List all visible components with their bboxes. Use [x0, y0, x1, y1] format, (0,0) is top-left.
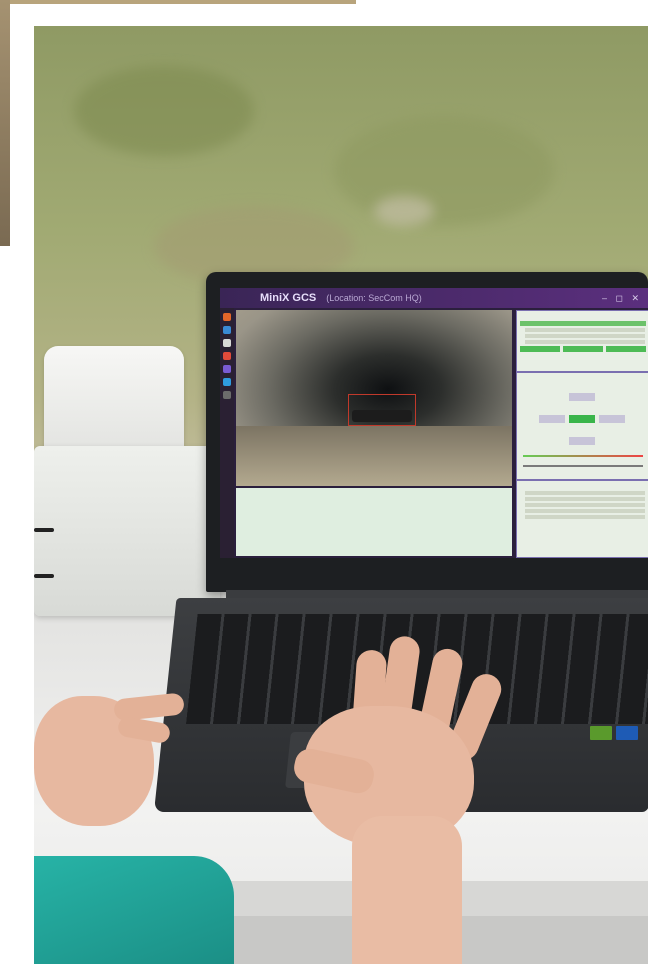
- detected-object: [352, 410, 412, 422]
- info-line: [525, 334, 645, 338]
- check-item[interactable]: [525, 515, 645, 519]
- check-item[interactable]: [525, 503, 645, 507]
- cpu-sticker: [616, 726, 638, 740]
- app-icon[interactable]: [223, 391, 231, 399]
- enclosure-body: [34, 446, 220, 616]
- checklist-panel: [516, 480, 648, 558]
- panel-title: [517, 373, 648, 381]
- tunnel-floor: [236, 426, 512, 486]
- terminal-icon[interactable]: [223, 339, 231, 347]
- grass-patch: [334, 116, 554, 226]
- status-bar: [520, 321, 646, 326]
- enclosure-cable: [34, 574, 54, 578]
- cropped-photo-edge-top: [10, 0, 356, 4]
- files-icon[interactable]: [223, 326, 231, 334]
- grass-patch: [74, 66, 254, 156]
- enclosure-lid: [44, 346, 184, 456]
- laptop-screen: MiniX GCS (Location: SecCom HQ) – ◻ ✕: [220, 288, 648, 558]
- check-item[interactable]: [525, 497, 645, 501]
- connection-panel: [516, 310, 648, 372]
- check-item[interactable]: [525, 509, 645, 513]
- left-button[interactable]: [539, 415, 565, 423]
- panel-title: [517, 311, 648, 319]
- os-dock: [220, 308, 234, 558]
- right-button[interactable]: [599, 415, 625, 423]
- app-title: MiniX GCS: [260, 292, 317, 304]
- back-button[interactable]: [569, 437, 595, 445]
- cropped-photo-edge-left: [0, 0, 10, 246]
- app-location: (Location: SecCom HQ): [326, 293, 422, 303]
- app-title-bar: MiniX GCS (Location: SecCom HQ) – ◻ ✕: [220, 288, 648, 308]
- panel-button[interactable]: [606, 346, 646, 352]
- outdoor-photo: MiniX GCS (Location: SecCom HQ) – ◻ ✕: [34, 26, 648, 964]
- panel-button[interactable]: [563, 346, 603, 352]
- info-line: [525, 340, 645, 344]
- info-line: [525, 328, 645, 332]
- white-enclosure-box: [34, 346, 220, 616]
- enclosure-cable: [34, 528, 54, 532]
- camera-feed: [236, 310, 512, 486]
- panel-button[interactable]: [520, 346, 560, 352]
- panel-title: [517, 481, 648, 489]
- status-area: [236, 488, 512, 556]
- left-hand: [34, 676, 204, 846]
- control-panel: [516, 372, 648, 480]
- app-icon[interactable]: [223, 352, 231, 360]
- panel-buttons: [520, 346, 646, 352]
- window-controls[interactable]: – ◻ ✕: [602, 293, 642, 304]
- firefox-icon[interactable]: [223, 313, 231, 321]
- speed-slider[interactable]: [523, 455, 643, 457]
- photo-frame: MiniX GCS (Location: SecCom HQ) – ◻ ✕: [0, 0, 648, 964]
- laptop-lid: MiniX GCS (Location: SecCom HQ) – ◻ ✕: [206, 272, 648, 592]
- right-hand: [264, 626, 514, 964]
- wrist: [352, 816, 462, 964]
- forward-button[interactable]: [569, 393, 595, 401]
- app-icon[interactable]: [223, 378, 231, 386]
- check-item[interactable]: [525, 491, 645, 495]
- app-icon[interactable]: [223, 365, 231, 373]
- gpu-sticker: [590, 726, 612, 740]
- stop-button[interactable]: [569, 415, 595, 423]
- leaf: [374, 196, 434, 226]
- teal-sleeve: [34, 856, 234, 964]
- secondary-slider[interactable]: [523, 465, 643, 467]
